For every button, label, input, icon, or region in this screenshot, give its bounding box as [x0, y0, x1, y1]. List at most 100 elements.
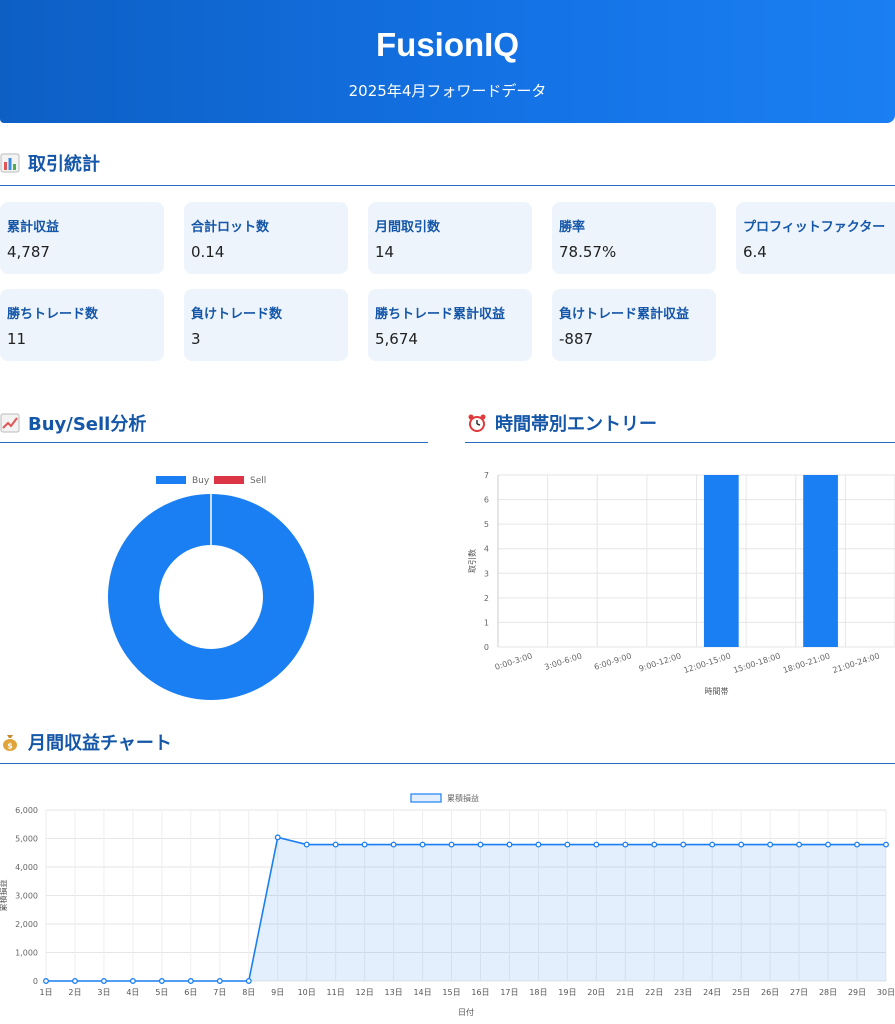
stat-label: 負けトレード数 — [191, 307, 283, 322]
stat-card: プロフィットファクター 6.4 — [736, 202, 895, 274]
data-point — [361, 841, 368, 848]
section-title-buysell: Buy/Sell分析 — [0, 408, 146, 438]
legend-swatch — [214, 476, 244, 484]
y-axis-label: 取引数 — [467, 549, 477, 573]
x-tick-label: 15:00-18:00 — [732, 651, 781, 675]
y-tick-label: 7 — [484, 471, 489, 480]
x-tick-label: 1日 — [39, 988, 52, 997]
x-tick-label: 21日 — [616, 988, 634, 997]
x-tick-label: 17日 — [500, 988, 518, 997]
data-point — [796, 841, 803, 848]
stat-value: 3 — [191, 330, 201, 348]
x-tick-label: 27日 — [790, 988, 808, 997]
x-tick-label: 15日 — [442, 988, 460, 997]
x-tick-label: 28日 — [819, 988, 837, 997]
x-tick-label: 10日 — [298, 988, 316, 997]
y-tick-label: 5 — [484, 520, 489, 529]
section-rule — [0, 763, 895, 764]
section-rule — [465, 442, 895, 443]
data-point — [680, 841, 687, 848]
data-point — [564, 841, 571, 848]
data-point — [216, 978, 223, 984]
y-tick-label: 2,000 — [15, 920, 38, 929]
stat-value: 78.57% — [559, 243, 617, 261]
x-tick-label: 9日 — [271, 988, 284, 997]
stat-card: 累計収益 4,787 — [0, 202, 164, 274]
x-tick-label: 12:00-15:00 — [683, 651, 732, 675]
x-tick-label: 4日 — [126, 988, 139, 997]
data-point — [72, 978, 78, 984]
data-point — [738, 841, 745, 848]
y-tick-label: 6,000 — [15, 806, 38, 815]
data-point — [274, 834, 281, 841]
y-tick-label: 1 — [484, 618, 489, 627]
stat-label: 負けトレード累計収益 — [559, 307, 690, 322]
x-tick-label: 7日 — [213, 988, 226, 997]
x-tick-label: 22日 — [645, 988, 663, 997]
stat-card: 勝ちトレード数 11 — [0, 289, 164, 361]
data-point — [158, 978, 165, 984]
data-point — [419, 841, 426, 848]
stat-label: プロフィットファクター — [743, 220, 886, 235]
x-tick-label: 2日 — [68, 988, 81, 997]
bar — [803, 475, 838, 647]
data-point — [448, 841, 455, 848]
x-tick-label: 3:00-6:00 — [543, 651, 583, 672]
stat-value: 11 — [7, 330, 27, 348]
section-title-monthly: $ 月間収益チャート — [0, 727, 172, 757]
page-header: FusionIQ 2025年4月フォワードデータ — [0, 0, 895, 123]
data-point — [535, 841, 542, 848]
x-tick-label: 6:00-9:00 — [593, 651, 633, 672]
stat-label: 勝ちトレード累計収益 — [375, 307, 506, 322]
x-tick-label: 30日 — [877, 988, 895, 997]
y-tick-label: 2 — [484, 594, 489, 603]
data-point — [593, 841, 600, 848]
section-title-time: 時間帯別エントリー — [467, 408, 657, 438]
section-rule — [0, 442, 428, 443]
data-point — [506, 841, 513, 848]
y-axis-label: 累積損益 — [0, 880, 8, 912]
stat-label: 合計ロット数 — [191, 220, 270, 235]
x-tick-label: 19日 — [558, 988, 576, 997]
x-tick-label: 26日 — [761, 988, 779, 997]
data-point — [187, 978, 194, 984]
x-tick-label: 6日 — [184, 988, 197, 997]
x-tick-label: 18日 — [529, 988, 547, 997]
money-bag-icon: $ — [3, 735, 17, 751]
stat-label: 月間取引数 — [375, 220, 441, 235]
data-point — [129, 978, 136, 984]
x-tick-label: 21:00-24:00 — [831, 651, 880, 675]
y-tick-label: 3 — [484, 569, 489, 578]
x-tick-label: 18:00-21:00 — [782, 651, 831, 675]
data-point — [709, 841, 716, 848]
y-tick-label: 0 — [484, 643, 489, 652]
x-tick-label: 12日 — [356, 988, 374, 997]
data-point — [332, 841, 339, 848]
data-point — [100, 978, 107, 984]
data-point — [767, 841, 774, 848]
legend-label: Sell — [250, 476, 266, 486]
y-tick-label: 4,000 — [15, 863, 38, 872]
bar — [703, 475, 739, 647]
stat-value: 4,787 — [7, 243, 50, 261]
x-axis-label: 日付 — [458, 1007, 474, 1017]
stat-label: 勝率 — [559, 220, 586, 235]
x-tick-label: 23日 — [674, 988, 692, 997]
legend-swatch — [410, 793, 442, 803]
stat-value: 14 — [375, 243, 395, 261]
y-tick-label: 1,000 — [15, 949, 38, 958]
y-tick-label: 6 — [484, 496, 489, 505]
section-title-stats: 取引統計 — [0, 148, 100, 178]
stat-card: 負けトレード数 3 — [184, 289, 348, 361]
trend-chart-icon — [0, 413, 20, 433]
stat-value: 6.4 — [743, 243, 767, 261]
area-fill — [46, 837, 886, 981]
x-tick-label: 24日 — [703, 988, 721, 997]
stat-value: 5,674 — [375, 330, 418, 348]
monthly-profit-line-chart: 0 1,000 2,000 3,000 4,000 5,000 6,000 1日 2日 3日 4日 5… — [0, 793, 895, 1017]
data-point — [825, 841, 832, 848]
stat-value: 0.14 — [191, 243, 225, 261]
data-point — [622, 841, 629, 848]
legend-label: 累積損益 — [447, 793, 479, 803]
stat-card: 負けトレード累計収益 -887 — [552, 289, 716, 361]
